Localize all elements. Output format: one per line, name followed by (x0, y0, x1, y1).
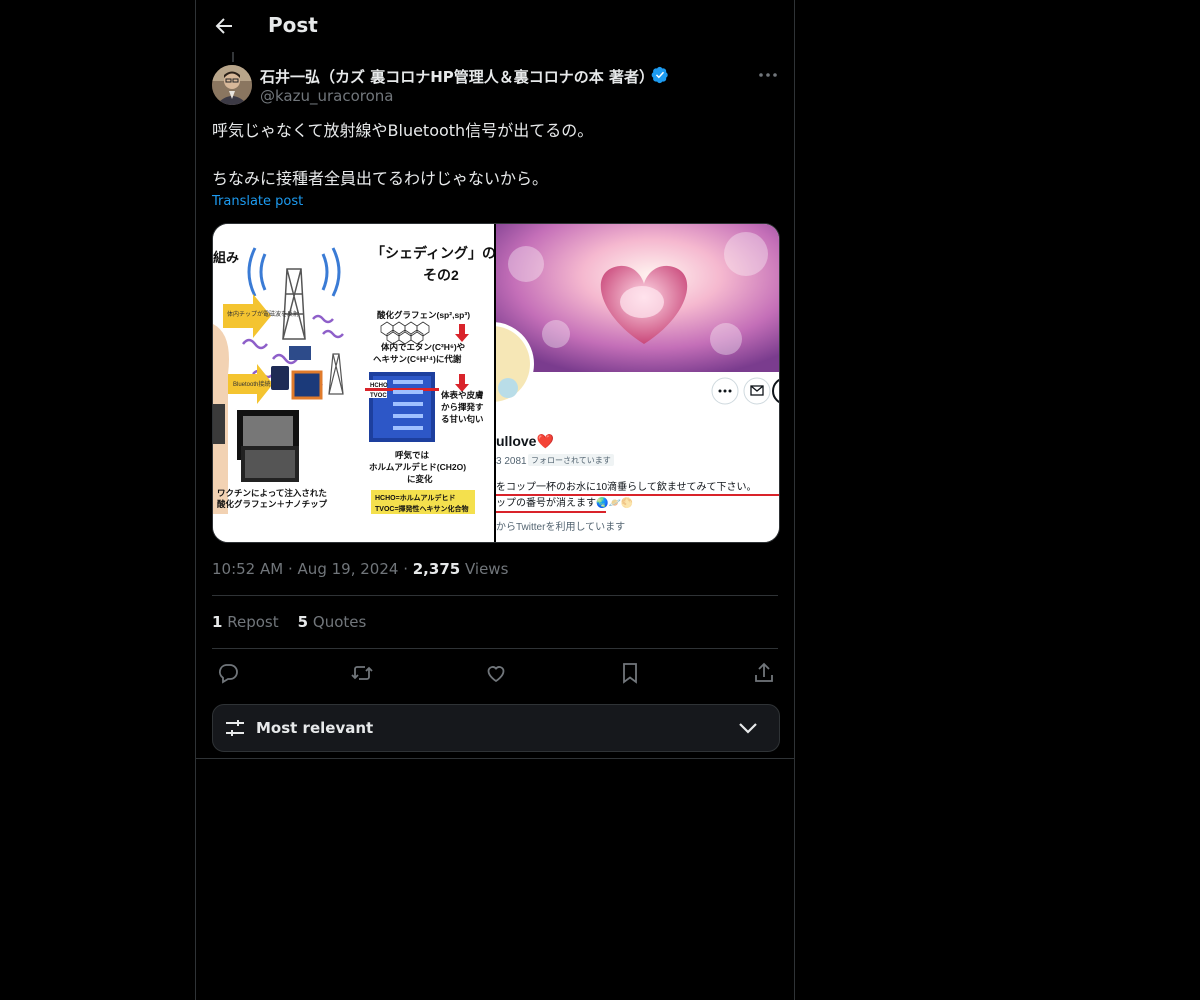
hcho-legend: HCHO=ホルムアルデヒド (375, 493, 456, 502)
skin-label-2: から揮発す (441, 402, 484, 412)
ethane-label-1: 体内でエタン(C²H⁶)や (381, 342, 465, 352)
sort-sliders-icon (223, 716, 247, 740)
verified-badge-icon (651, 66, 669, 84)
views-count: 2,375 (412, 560, 461, 578)
quotes-label: Quotes (312, 613, 367, 631)
author-handle[interactable]: @kazu_uracorona (260, 87, 394, 105)
chip-arrow-label: 体内チップが電磁波を反射 (227, 310, 299, 318)
bt-arrow-label: Bluetooth接続 (233, 380, 270, 388)
engagement-stats: 1 Repost 5 Quotes (212, 613, 366, 631)
skin-label-3: る甘い匂い (441, 414, 484, 424)
page-title: Post (268, 13, 318, 37)
reply-sort-dropdown[interactable]: Most relevant (212, 704, 780, 752)
profile-name-fragment: ullove❤️ (496, 433, 554, 449)
profile-bio-2: ップの番号が消えます🌏🪐🌕 (496, 496, 633, 509)
vaccine-label-1: ワクチンによって注入された (217, 488, 327, 498)
follows-badge: フォローされています (531, 456, 611, 465)
graphene-label: 酸化グラフェン(sp²,sp³) (377, 310, 470, 320)
post-media[interactable]: 体内チップが電磁波を反射 Bluetooth接続 組み 「シェディング」の仕 (212, 223, 780, 543)
media-image-right[interactable]: ullove❤️ 3 2081 フォローされています をコップ一杯のお水に10滴… (496, 224, 779, 542)
divider (212, 595, 778, 596)
back-arrow-icon[interactable] (212, 14, 236, 38)
divider (196, 758, 794, 759)
views-label: Views (464, 560, 509, 578)
post-column: Post 石井一弘（カズ 裏コロナHP管理人＆裏コロナの本 著者） @kazu_… (195, 0, 795, 1000)
reposts-link[interactable]: 1 Repost (212, 613, 279, 631)
tvoc-legend: TVOC=揮発性ヘキサン化合物 (375, 504, 469, 513)
breath-label-1: 呼気では (395, 450, 430, 460)
infographic-title-1: 「シェディング」の仕 (371, 245, 494, 261)
like-icon[interactable] (484, 661, 508, 685)
meter-tvoc: TVOC (370, 393, 387, 399)
reposts-count: 1 (212, 613, 223, 631)
thread-connector (232, 52, 234, 62)
post-time[interactable]: 10:52 AM (212, 560, 283, 578)
share-icon[interactable] (752, 661, 776, 685)
translate-link[interactable]: Translate post (212, 194, 303, 209)
post-header: Post (196, 0, 794, 55)
post-line-1: 呼気じゃなくて放射線やBluetooth信号が出てるの。 (212, 121, 594, 140)
infographic-title-2: その2 (423, 267, 459, 283)
author-name[interactable]: 石井一弘（カズ 裏コロナHP管理人＆裏コロナの本 著者） (260, 66, 654, 87)
profile-joined: からTwitterを利用しています (496, 521, 625, 533)
quotes-link[interactable]: 5 Quotes (298, 613, 367, 631)
repost-icon[interactable] (350, 661, 374, 685)
post-text: 呼気じゃなくて放射線やBluetooth信号が出てるの。 ちなみに接種者全員出て… (212, 119, 772, 191)
profile-bio-1: をコップ一杯のお水に10滴垂らして飲ませてみて下さい。 (496, 480, 757, 493)
corner-label: 組み (213, 250, 239, 265)
more-options-icon[interactable] (756, 64, 780, 86)
chevron-down-icon (736, 716, 760, 740)
quotes-count: 5 (297, 613, 309, 631)
profile-id-fragment: 3 2081 (496, 456, 527, 467)
post-date[interactable]: Aug 19, 2024 (298, 560, 399, 578)
reposts-label: Repost (227, 613, 279, 631)
separator: · (403, 560, 408, 578)
post-timestamp-row: 10:52 AM · Aug 19, 2024 · 2,375 Views (212, 560, 508, 578)
separator: · (287, 560, 293, 578)
vaccine-label-2: 酸化グラフェン＋ナノチップ (217, 499, 328, 509)
breath-label-2: ホルムアルデヒド(CH2O) (369, 462, 466, 472)
divider (212, 648, 778, 649)
bookmark-icon[interactable] (618, 661, 642, 685)
reply-icon[interactable] (216, 661, 240, 685)
media-image-left[interactable]: 体内チップが電磁波を反射 Bluetooth接続 組み 「シェディング」の仕 (213, 224, 494, 542)
breath-label-3: に変化 (407, 474, 433, 484)
skin-label-1: 体表や皮膚 (441, 390, 484, 400)
sort-label: Most relevant (256, 719, 374, 737)
ethane-label-2: ヘキサン(C⁶H¹⁴)に代謝 (373, 354, 462, 364)
post-line-2: ちなみに接種者全員出てるわけじゃないから。 (212, 169, 549, 188)
avatar[interactable] (212, 65, 252, 105)
